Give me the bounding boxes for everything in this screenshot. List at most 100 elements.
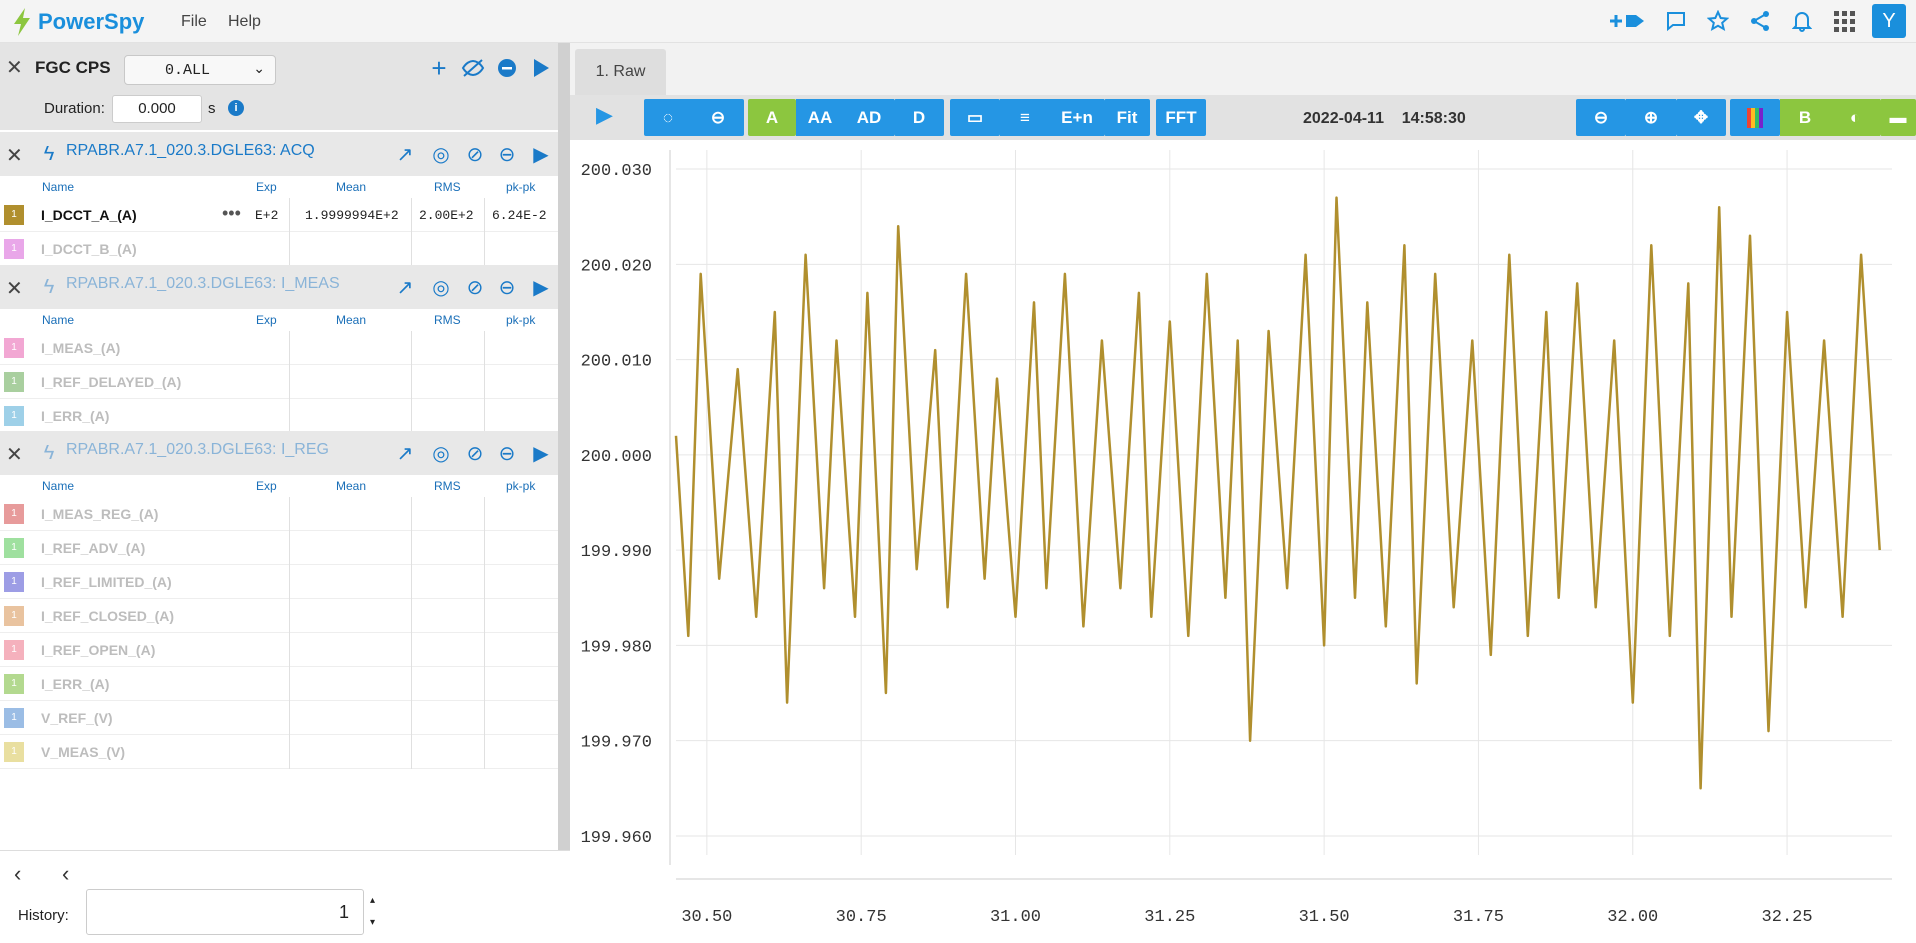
comment-icon[interactable]	[1662, 4, 1690, 38]
hide-icon[interactable]	[460, 55, 486, 81]
signal-checkbox[interactable]: 1	[4, 504, 24, 524]
signal-checkbox[interactable]: 1	[4, 538, 24, 558]
signal-row[interactable]: 1 I_REF_CLOSED_(A)	[0, 599, 558, 633]
pane-splitter[interactable]	[558, 43, 570, 853]
zoom-in-icon[interactable]: ⊕	[1626, 99, 1676, 136]
duration-input[interactable]: 0.000	[112, 95, 202, 123]
add-icon[interactable]: +	[426, 53, 452, 83]
button-a[interactable]: A	[748, 99, 796, 136]
column-header: Name Exp Mean RMS pk-pk	[0, 475, 558, 497]
signal-row[interactable]: 1 I_REF_ADV_(A)	[0, 531, 558, 565]
signal-row[interactable]: 1 I_REF_LIMITED_(A)	[0, 565, 558, 599]
button-d[interactable]: D	[894, 99, 944, 136]
signal-checkbox[interactable]: 1	[4, 640, 24, 660]
open-external-icon[interactable]: ↗	[392, 440, 418, 466]
app-logo[interactable]: PowerSpy	[12, 8, 144, 36]
button-b[interactable]: B	[1780, 99, 1830, 136]
signal-row[interactable]: 1 I_MEAS_(A)	[0, 331, 558, 365]
apps-grid-icon[interactable]	[1830, 4, 1858, 38]
column-header: Name Exp Mean RMS pk-pk	[0, 309, 558, 331]
signal-checkbox[interactable]: 1	[4, 674, 24, 694]
remove-group-icon[interactable]: ⊖	[494, 141, 520, 167]
menu-file[interactable]: File	[181, 13, 207, 31]
chart-area[interactable]: 199.960 199.970 199.980 199.990 200.000 200.0…	[570, 140, 1916, 938]
open-external-icon[interactable]: ↗	[392, 141, 418, 167]
play-group-icon[interactable]: ▶	[528, 440, 554, 466]
first-page-icon[interactable]: ‹	[14, 861, 21, 887]
align-icon[interactable]: ≡	[1000, 99, 1050, 136]
spinner-up-icon[interactable]: ▴	[370, 895, 375, 906]
button-exp[interactable]: E+n	[1050, 99, 1104, 136]
signal-row[interactable]: 1 I_MEAS_REG_(A)	[0, 497, 558, 531]
run-icon[interactable]: ▶	[596, 102, 613, 128]
button-ad[interactable]: AD	[844, 99, 894, 136]
open-external-icon[interactable]: ↗	[392, 274, 418, 300]
duration-unit: s	[208, 100, 216, 117]
group-header-i-meas[interactable]: ✕ ϟ RPABR.A7.1_020.3.DGLE63: I_MEAS ↗ ◎ …	[0, 265, 558, 309]
signal-row[interactable]: 1 V_MEAS_(V)	[0, 735, 558, 769]
contrast-icon[interactable]: ◐	[1830, 99, 1880, 136]
signal-checkbox[interactable]: 1	[4, 239, 24, 259]
button-aa[interactable]: AA	[796, 99, 844, 136]
signal-row[interactable]: 1 I_DCCT_B_(A)	[0, 232, 558, 266]
zoom-group-icon[interactable]: ◎	[428, 440, 454, 466]
more-icon[interactable]: •••	[222, 203, 241, 224]
palette-icon[interactable]	[1730, 99, 1780, 136]
remove-icon[interactable]	[494, 55, 520, 81]
spinner-down-icon[interactable]: ▾	[370, 917, 375, 928]
signal-row[interactable]: 1 I_REF_OPEN_(A)	[0, 633, 558, 667]
play-group-icon[interactable]: ▶	[528, 274, 554, 300]
hide-group-icon[interactable]: ⊘	[462, 440, 488, 466]
signal-checkbox[interactable]: 1	[4, 708, 24, 728]
group-header-i-reg[interactable]: ✕ ϟ RPABR.A7.1_020.3.DGLE63: I_REG ↗ ◎ ⊘…	[0, 431, 558, 475]
button-fit[interactable]: Fit	[1104, 99, 1150, 136]
tab-raw[interactable]: 1. Raw	[575, 49, 666, 95]
signal-checkbox[interactable]: 1	[4, 205, 24, 225]
hide-all-icon[interactable]: ◌	[663, 108, 673, 128]
zoom-group-icon[interactable]: ◎	[428, 141, 454, 167]
remove-all-icon[interactable]: ⊖	[711, 108, 725, 128]
signal-row[interactable]: 1 V_REF_(V)	[0, 701, 558, 735]
remove-group-icon[interactable]: ⊖	[494, 440, 520, 466]
zoom-out-icon[interactable]: ⊖	[1576, 99, 1626, 136]
remove-group-icon[interactable]: ⊖	[494, 274, 520, 300]
info-icon[interactable]: i	[228, 100, 244, 116]
signal-checkbox[interactable]: 1	[4, 338, 24, 358]
close-group-icon[interactable]: ✕	[6, 143, 23, 168]
signal-row[interactable]: 1 I_ERR_(A)	[0, 667, 558, 701]
star-icon[interactable]	[1704, 4, 1732, 38]
signal-checkbox[interactable]: 1	[4, 742, 24, 762]
play-icon[interactable]	[528, 55, 554, 81]
close-group-icon[interactable]: ✕	[6, 442, 23, 467]
user-avatar[interactable]: Y	[1872, 4, 1906, 38]
close-panel-icon[interactable]: ✕	[6, 55, 23, 80]
share-icon[interactable]	[1746, 4, 1774, 38]
prev-page-icon[interactable]: ‹	[62, 861, 69, 887]
signal-row[interactable]: 1 I_REF_DELAYED_(A)	[0, 365, 558, 399]
add-tags-icon[interactable]	[1608, 4, 1648, 38]
plot-svg[interactable]: 199.960 199.970 199.980 199.990 200.000 200.0…	[570, 140, 1916, 938]
ruler-icon[interactable]: ▭	[950, 99, 1000, 136]
signal-row[interactable]: 1 I_ERR_(A)	[0, 399, 558, 433]
device-select[interactable]: 0.ALL ⌄	[124, 55, 276, 85]
hide-group-icon[interactable]: ⊘	[462, 274, 488, 300]
annotation-icon[interactable]: ▬	[1880, 99, 1916, 136]
menu-help[interactable]: Help	[228, 13, 261, 31]
signal-checkbox[interactable]: 1	[4, 606, 24, 626]
top-bar: PowerSpy File Help Y	[0, 0, 1916, 43]
signal-row[interactable]: 1 I_DCCT_A_(A) ••• E+2 1.9999994E+2 2.00…	[0, 198, 558, 232]
bell-icon[interactable]	[1788, 4, 1816, 38]
close-group-icon[interactable]: ✕	[6, 276, 23, 301]
signal-checkbox[interactable]: 1	[4, 572, 24, 592]
button-fft[interactable]: FFT	[1156, 99, 1206, 136]
signal-checkbox[interactable]: 1	[4, 372, 24, 392]
history-input[interactable]: 1	[86, 889, 364, 935]
signal-checkbox[interactable]: 1	[4, 406, 24, 426]
play-group-icon[interactable]: ▶	[528, 141, 554, 167]
group-header-acq[interactable]: ✕ ϟ RPABR.A7.1_020.3.DGLE63: ACQ ↗ ◎ ⊘ ⊖…	[0, 132, 558, 176]
hide-group-icon[interactable]: ⊘	[462, 141, 488, 167]
y-tick-label: 200.030	[581, 162, 652, 181]
zoom-group-icon[interactable]: ◎	[428, 274, 454, 300]
pan-icon[interactable]: ✥	[1676, 99, 1726, 136]
history-nav: ‹ ‹ History: 1 ▴ ▾	[0, 850, 570, 938]
